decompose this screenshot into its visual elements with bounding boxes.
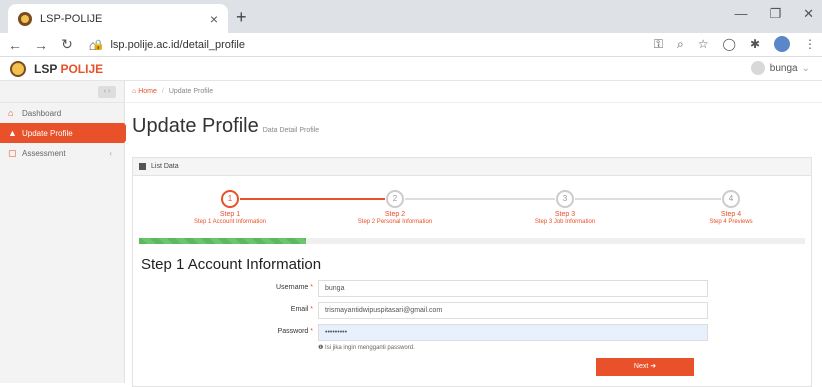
app-logo[interactable]: LSP POLIJE bbox=[34, 62, 103, 76]
browser-tab[interactable]: LSP-POLIJE × bbox=[8, 4, 228, 33]
key-icon[interactable]: ⚿ bbox=[654, 37, 663, 52]
logo-icon bbox=[10, 60, 26, 77]
step-connector-line bbox=[575, 198, 721, 200]
step-4-circle[interactable]: 4 bbox=[722, 190, 740, 208]
password-label: Password * bbox=[193, 328, 313, 335]
file-icon: ▢ bbox=[8, 147, 17, 158]
lock-icon: 🔒 bbox=[92, 39, 105, 51]
next-button[interactable]: Next ➜ bbox=[596, 358, 694, 376]
wizard-progress-bar bbox=[139, 238, 805, 244]
sidebar-item-update-profile[interactable]: ▲ Update Profile bbox=[0, 123, 132, 143]
maximize-icon[interactable]: ❐ bbox=[769, 6, 781, 22]
window-controls: — ❐ ✕ bbox=[734, 6, 814, 22]
email-label-text: Email bbox=[290, 306, 309, 313]
minimize-icon[interactable]: — bbox=[734, 6, 747, 22]
required-mark: * bbox=[310, 284, 313, 291]
panel-header: List Data bbox=[133, 158, 811, 176]
site-favicon-icon bbox=[18, 11, 32, 26]
logo-prefix: LSP bbox=[34, 61, 58, 76]
step-connector-line bbox=[405, 198, 555, 200]
app-header: LSP POLIJE bunga ⌄ bbox=[0, 57, 822, 81]
user-menu[interactable]: bunga ⌄ bbox=[750, 61, 810, 75]
sidebar-toggle-button[interactable]: ‹ › bbox=[98, 86, 116, 98]
user-icon: ▲ bbox=[8, 128, 17, 138]
page-subtitle: Data Detail Profile bbox=[262, 127, 320, 134]
back-icon[interactable]: ← bbox=[4, 37, 26, 53]
step-1-circle[interactable]: 1 bbox=[221, 190, 239, 208]
step-3-label: Step 3 bbox=[554, 211, 576, 218]
password-field[interactable]: ••••••••• bbox=[318, 324, 708, 341]
user-avatar bbox=[750, 61, 765, 75]
sidebar-item-label: Dashboard bbox=[22, 108, 62, 118]
step-2-label: Step 2 bbox=[384, 211, 406, 218]
url-text: lsp.polije.ac.id/detail_profile bbox=[110, 39, 245, 51]
star-icon[interactable]: ☆ bbox=[698, 37, 709, 51]
home-icon: ⌂ bbox=[8, 108, 14, 118]
email-label: Email * bbox=[193, 306, 313, 313]
password-hint: ❶ Isi jika ingin mengganti password. bbox=[318, 345, 415, 351]
step-4-label: Step 4 bbox=[720, 211, 742, 218]
step-1-sublabel: Step 1 Account Information bbox=[193, 219, 267, 225]
username-row: Username * bunga bbox=[133, 280, 813, 298]
form-title: Step 1 Account Information bbox=[141, 256, 322, 273]
list-icon bbox=[139, 163, 146, 170]
zoom-icon[interactable]: ⌕ bbox=[677, 37, 684, 52]
required-mark: * bbox=[310, 328, 313, 335]
step-connector-line bbox=[240, 198, 385, 200]
step-3-circle[interactable]: 3 bbox=[556, 190, 574, 208]
page-title: Update Profile Data Detail Profile bbox=[132, 115, 319, 138]
email-field[interactable]: trismayantidwipuspitasari@gmail.com bbox=[318, 302, 708, 319]
sidebar-item-label: Update Profile bbox=[22, 128, 73, 138]
breadcrumb-separator: / bbox=[161, 88, 164, 95]
sidebar-item-dashboard[interactable]: ⌂ Dashboard bbox=[0, 103, 124, 123]
toolbar-actions: ⚿ ⌕ ☆ ◯ ✱ ⋮ bbox=[654, 36, 816, 52]
step-2-circle[interactable]: 2 bbox=[386, 190, 404, 208]
chevron-down-icon: ⌄ bbox=[801, 62, 810, 74]
new-tab-button[interactable]: + bbox=[236, 7, 247, 28]
progress-fill bbox=[139, 238, 306, 244]
sidebar-item-label: Assessment bbox=[22, 148, 66, 158]
step-2-sublabel: Step 2 Personal Information bbox=[357, 219, 433, 225]
breadcrumb-home-label: Home bbox=[138, 88, 157, 95]
main-content: ⌂ Home / Update Profile Update Profile Da… bbox=[126, 81, 822, 387]
chevron-left-icon: ‹ bbox=[109, 148, 112, 158]
username-field[interactable]: bunga bbox=[318, 280, 708, 297]
step-4-sublabel: Step 4 Previews bbox=[709, 219, 753, 225]
extension-icon[interactable]: ◯ bbox=[723, 37, 736, 51]
page-title-text: Update Profile bbox=[132, 115, 259, 137]
sidebar-toggle-area: ‹ › bbox=[0, 81, 124, 103]
puzzle-icon[interactable]: ✱ bbox=[750, 37, 760, 51]
sidebar: ‹ › ⌂ Dashboard ▲ Update Profile ▢ Asses… bbox=[0, 81, 132, 383]
username-label: Username * bbox=[193, 284, 313, 291]
wizard-steps: 1 Step 1 Step 1 Account Information 2 Step 2… bbox=[133, 184, 813, 240]
breadcrumb-home-link[interactable]: ⌂ Home bbox=[132, 88, 157, 95]
menu-icon[interactable]: ⋮ bbox=[804, 37, 816, 51]
breadcrumb: ⌂ Home / Update Profile bbox=[126, 81, 822, 103]
sidebar-item-assessment[interactable]: ▢ Assessment ‹ bbox=[0, 143, 124, 163]
user-name: bunga bbox=[769, 62, 798, 74]
panel-title: List Data bbox=[151, 163, 179, 170]
browser-toolbar: ← → ↻ ⌂ 🔒 lsp.polije.ac.id/detail_profil… bbox=[0, 33, 822, 57]
address-bar[interactable]: 🔒 lsp.polije.ac.id/detail_profile bbox=[92, 35, 662, 55]
profile-avatar[interactable] bbox=[774, 36, 790, 52]
forward-icon[interactable]: → bbox=[30, 37, 52, 53]
window-close-icon[interactable]: ✕ bbox=[803, 6, 814, 22]
required-mark: * bbox=[310, 306, 313, 313]
password-row: Password * ••••••••• bbox=[133, 324, 813, 342]
tab-close-icon[interactable]: × bbox=[210, 11, 218, 27]
email-row: Email * trismayantidwipuspitasari@gmail.… bbox=[133, 302, 813, 320]
tab-title: LSP-POLIJE bbox=[40, 12, 103, 25]
password-label-text: Password bbox=[277, 328, 309, 335]
username-label-text: Username bbox=[276, 284, 309, 291]
logo-suffix: POLIJE bbox=[60, 61, 104, 76]
step-3-sublabel: Step 3 Job Information bbox=[534, 219, 596, 225]
step-1-label: Step 1 bbox=[219, 211, 241, 218]
browser-tab-strip: LSP-POLIJE × + — ❐ ✕ bbox=[0, 0, 822, 33]
breadcrumb-current: Update Profile bbox=[168, 88, 214, 95]
list-data-panel: List Data 1 Step 1 Step 1 Account Informat… bbox=[132, 157, 812, 387]
reload-icon[interactable]: ↻ bbox=[56, 36, 78, 53]
